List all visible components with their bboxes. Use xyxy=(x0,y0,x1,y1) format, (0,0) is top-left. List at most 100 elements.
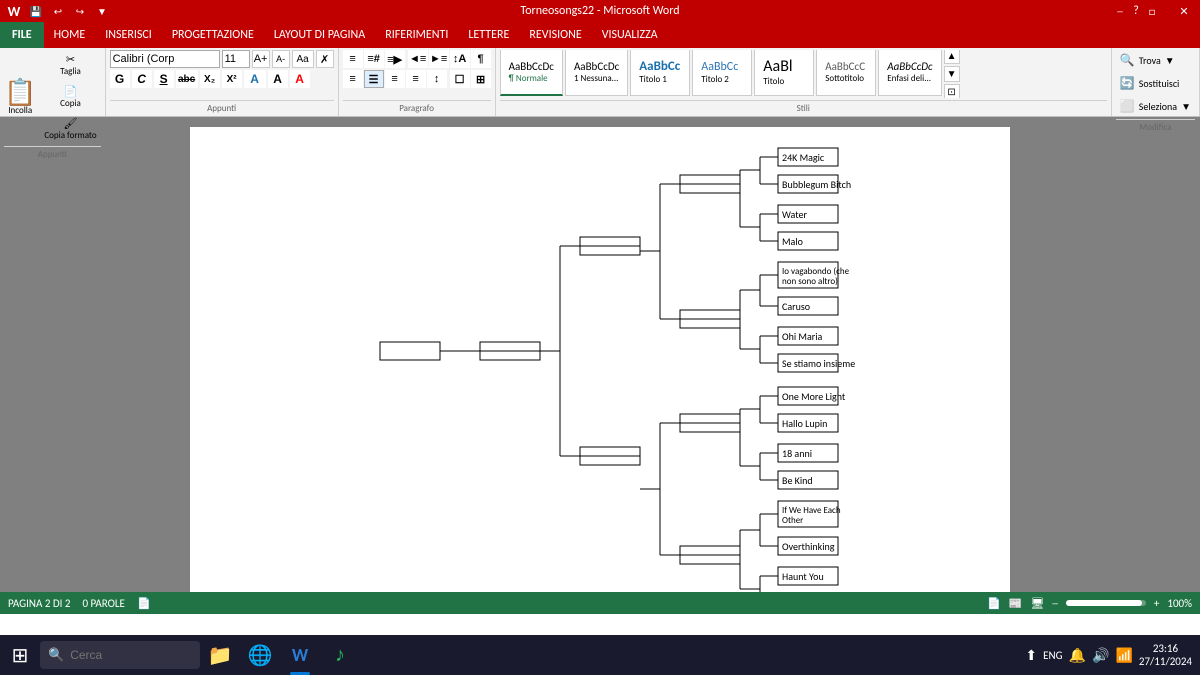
superscript-button[interactable]: X² xyxy=(222,70,242,88)
r1-label-7: Ohi Maria xyxy=(782,330,823,343)
decrease-indent-button[interactable]: ◄≡ xyxy=(408,50,428,68)
menu-home[interactable]: HOME xyxy=(44,22,96,48)
minimize-button[interactable]: ─ xyxy=(1104,0,1136,22)
zoom-slider[interactable] xyxy=(1066,600,1146,606)
r1-label-9: One More Light xyxy=(782,390,846,403)
taskbar-word[interactable]: W xyxy=(280,635,320,675)
styles-more[interactable]: ⊡ xyxy=(944,84,960,98)
font-group: A+ A- Aa ✗ G C S abc X₂ X² A A A Appunti xyxy=(106,48,339,116)
taskbar-chrome[interactable]: 🌐 xyxy=(240,635,280,675)
select-button[interactable]: ⬜ Seleziona ▼ xyxy=(1116,96,1195,117)
menu-file[interactable]: FILE xyxy=(0,22,44,48)
language-icon[interactable]: 📄 xyxy=(137,597,151,610)
style-emphasis[interactable]: AaBbCcDc Enfasi deli... xyxy=(878,50,941,96)
restore-button[interactable]: □ xyxy=(1136,0,1168,22)
view-web-btn[interactable]: 🖥 xyxy=(1030,597,1044,610)
text-effects-button[interactable]: A xyxy=(244,70,266,88)
titlebar-controls: ─ □ ✕ xyxy=(1104,0,1200,22)
show-marks-button[interactable]: ¶ xyxy=(471,50,491,68)
borders-button[interactable]: ⊞ xyxy=(471,70,491,88)
paragraph-group: ≡ ≡# ≡▶ ◄≡ ►≡ ↕A ¶ ≡ ☰ ≡ ≡ ↕ ☐ xyxy=(339,48,496,116)
tray-speaker[interactable]: 🔊 xyxy=(1092,647,1109,664)
line-spacing-button[interactable]: ↕ xyxy=(427,70,447,88)
justify-button[interactable]: ≡ xyxy=(406,70,426,88)
font-name-input[interactable] xyxy=(110,50,220,68)
r1-label-15: Haunt You xyxy=(782,570,824,583)
paste-button[interactable]: 📋 Incolla xyxy=(4,79,36,116)
shading-button[interactable]: ☐ xyxy=(450,70,470,88)
copy-button[interactable]: 📄 Copia xyxy=(40,82,100,112)
r1-label-5b: non sono altro) xyxy=(782,276,838,287)
tray-network[interactable]: 📶 xyxy=(1115,647,1132,664)
align-left-button[interactable]: ≡ xyxy=(343,70,363,88)
sort-button[interactable]: ↕A xyxy=(450,50,470,68)
menu-lettere[interactable]: LETTERE xyxy=(458,22,519,48)
zoom-in-btn[interactable]: + xyxy=(1154,597,1159,610)
document-area[interactable]: 24K Magic Bubblegum Bitch Water Malo Io … xyxy=(0,117,1200,592)
customize-quick-btn[interactable]: ▼ xyxy=(92,0,112,22)
taskbar-search-input[interactable] xyxy=(70,648,170,662)
style-heading2[interactable]: AaBbCc Titolo 2 xyxy=(692,50,752,96)
menu-layout[interactable]: LAYOUT DI PAGINA xyxy=(264,22,375,48)
format-painter-button[interactable]: 🖌 Copia formato xyxy=(40,114,100,144)
replace-button[interactable]: 🔄 Sostituisci xyxy=(1116,73,1184,94)
taskbar-right: ⬆ ENG 🔔 🔊 📶 23:16 27/11/2024 xyxy=(1025,642,1200,668)
menu-inserisci[interactable]: INSERISCI xyxy=(95,22,162,48)
multilevel-button[interactable]: ≡▶ xyxy=(385,50,405,68)
style-normal[interactable]: AaBbCcDc ¶ Normale xyxy=(500,50,563,96)
window-title: Torneosongs22 - Microsoft Word xyxy=(520,4,679,18)
tray-arrow[interactable]: ⬆ xyxy=(1025,647,1037,664)
align-right-button[interactable]: ≡ xyxy=(385,70,405,88)
highlight-button[interactable]: A xyxy=(268,70,288,88)
strikethrough-button[interactable]: abc xyxy=(176,70,198,88)
increase-indent-button[interactable]: ►≡ xyxy=(429,50,449,68)
underline-button[interactable]: S xyxy=(154,70,174,88)
numbering-button[interactable]: ≡# xyxy=(364,50,384,68)
r1-label-14: Overthinking xyxy=(782,540,835,553)
tray-lang[interactable]: ENG xyxy=(1043,649,1062,662)
styles-scroll-down[interactable]: ▼ xyxy=(944,66,960,82)
bold-button[interactable]: G xyxy=(110,70,130,88)
statusbar-left: PAGINA 2 DI 2 0 PAROLE 📄 xyxy=(8,597,151,610)
find-button[interactable]: 🔍 Trova ▼ xyxy=(1116,50,1179,71)
taskbar-explorer[interactable]: 📁 xyxy=(200,635,240,675)
r1-label-8: Se stiamo insieme xyxy=(782,357,855,370)
tray-bell[interactable]: 🔔 xyxy=(1069,647,1086,664)
styles-label: Stili xyxy=(500,100,1107,114)
menu-revisione[interactable]: REVISIONE xyxy=(519,22,591,48)
save-quick-btn[interactable]: 💾 xyxy=(26,0,46,22)
view-page-btn[interactable]: 📄 xyxy=(987,597,1001,610)
close-button[interactable]: ✕ xyxy=(1168,0,1200,22)
ribbon: 📋 Incolla ✂ Taglia 📄 Copia 🖌 Copia forma… xyxy=(0,48,1200,117)
change-case-button[interactable]: Aa xyxy=(292,50,314,68)
style-heading1[interactable]: AaBbCc Titolo 1 xyxy=(630,50,690,96)
style-no-spacing[interactable]: AaBbCcDc 1 Nessuna... xyxy=(565,50,628,96)
clear-format-button[interactable]: ✗ xyxy=(316,50,334,68)
bullets-button[interactable]: ≡ xyxy=(343,50,363,68)
menu-visualizza[interactable]: VISUALIZZA xyxy=(592,22,668,48)
taskbar-search[interactable]: 🔍 xyxy=(40,641,200,669)
cut-button[interactable]: ✂ Taglia xyxy=(40,50,100,80)
taskbar-spotify[interactable]: ♪ xyxy=(320,635,360,675)
styles-scroll-up[interactable]: ▲ xyxy=(944,50,960,64)
menu-riferimenti[interactable]: RIFERIMENTI xyxy=(375,22,458,48)
italic-button[interactable]: C xyxy=(132,70,152,88)
view-read-btn[interactable]: 📰 xyxy=(1009,597,1023,610)
r1-label-10: Hallo Lupin xyxy=(782,417,827,430)
align-center-button[interactable]: ☰ xyxy=(364,70,384,88)
undo-quick-btn[interactable]: ↩ xyxy=(48,0,68,22)
menu-progettazione[interactable]: PROGETTAZIONE xyxy=(162,22,264,48)
zoom-out-btn[interactable]: ─ xyxy=(1052,597,1058,610)
redo-quick-btn[interactable]: ↪ xyxy=(70,0,90,22)
subscript-button[interactable]: X₂ xyxy=(200,70,220,88)
font-size-input[interactable] xyxy=(222,50,250,68)
style-subtitle[interactable]: AaBbCcC Sottotitolo xyxy=(816,50,876,96)
titlebar-left: W 💾 ↩ ↪ ▼ xyxy=(0,0,112,22)
statusbar: PAGINA 2 DI 2 0 PAROLE 📄 📄 📰 🖥 ─ + 100% xyxy=(0,592,1200,614)
grow-font-button[interactable]: A+ xyxy=(252,50,270,68)
style-title[interactable]: AaBl Titolo xyxy=(754,50,814,96)
start-button[interactable]: ⊞ xyxy=(0,635,40,675)
font-color-button[interactable]: A xyxy=(290,70,310,88)
shrink-font-button[interactable]: A- xyxy=(272,50,290,68)
tray-clock[interactable]: 23:16 27/11/2024 xyxy=(1139,642,1192,668)
